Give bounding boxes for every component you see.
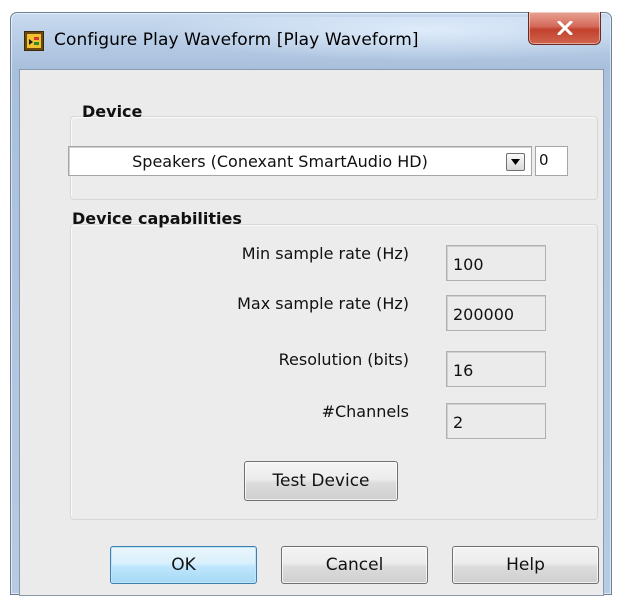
- title-bar[interactable]: Configure Play Waveform [Play Waveform]: [11, 12, 611, 69]
- chevron-down-icon: [511, 159, 520, 165]
- cancel-button[interactable]: Cancel: [281, 546, 428, 584]
- max-sample-rate-label: Max sample rate (Hz): [237, 294, 409, 313]
- help-button[interactable]: Help: [452, 546, 599, 584]
- selected-device-label: Speakers (Conexant SmartAudio HD): [132, 151, 428, 171]
- channels-value: 2: [446, 403, 546, 439]
- max-sample-rate-value: 200000: [446, 295, 546, 331]
- device-capabilities-title: Device capabilities: [72, 209, 242, 228]
- min-sample-rate-label: Min sample rate (Hz): [241, 244, 409, 263]
- channels-label: #Channels: [321, 402, 409, 421]
- labview-waveform-icon: [24, 31, 44, 51]
- dialog-window: Configure Play Waveform [Play Waveform] …: [10, 12, 612, 596]
- min-sample-rate-value: 100: [446, 245, 546, 281]
- test-device-button[interactable]: Test Device: [244, 461, 398, 501]
- device-group-title: Device: [82, 102, 143, 121]
- device-dropdown-button[interactable]: [506, 153, 525, 171]
- device-index-field[interactable]: 0: [535, 146, 568, 176]
- close-icon: [557, 21, 573, 35]
- resolution-label: Resolution (bits): [278, 350, 409, 369]
- window-title: Configure Play Waveform [Play Waveform]: [54, 30, 419, 50]
- device-select[interactable]: Speakers (Conexant SmartAudio HD): [68, 146, 532, 176]
- ok-button[interactable]: OK: [110, 546, 257, 584]
- dialog-content: Device Speakers (Conexant SmartAudio HD)…: [19, 69, 604, 596]
- close-button[interactable]: [528, 12, 601, 45]
- resolution-value: 16: [446, 351, 546, 387]
